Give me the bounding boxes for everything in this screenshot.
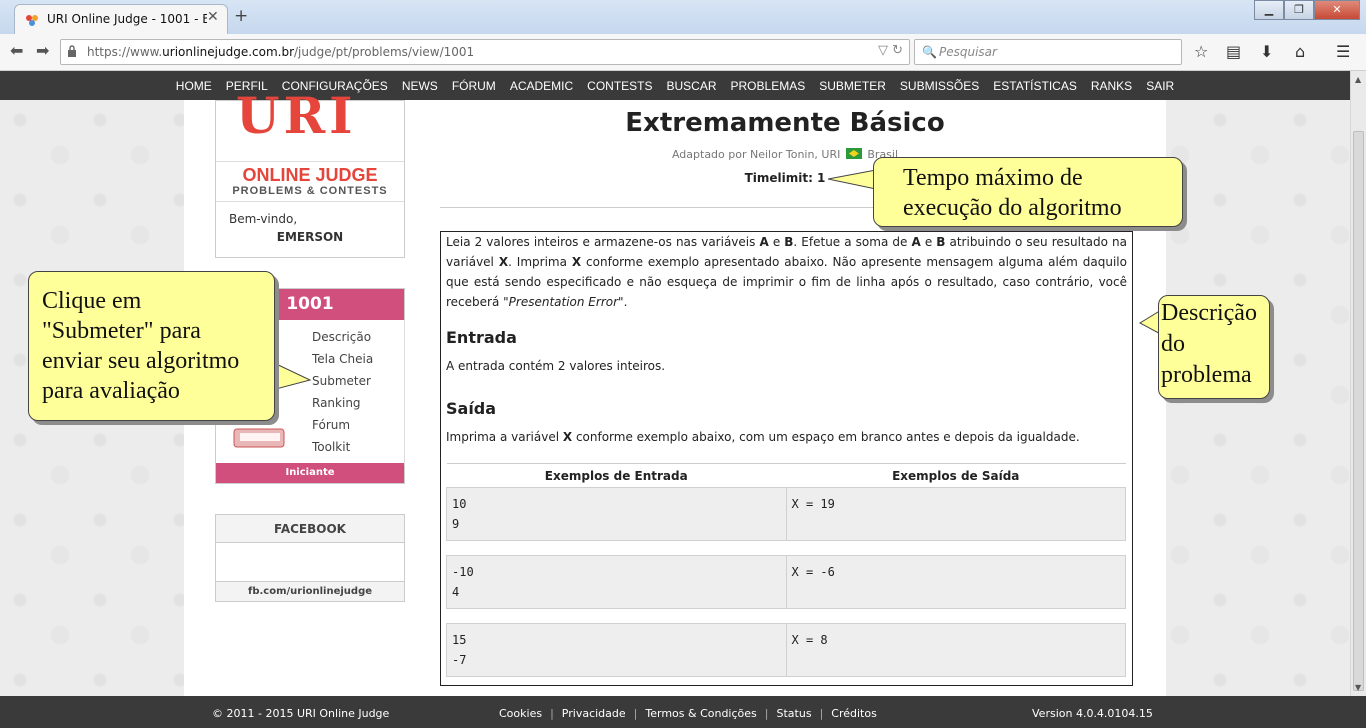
examples-output-header: Exemplos de Saída <box>786 463 1126 488</box>
problem-menu-item[interactable]: Submeter <box>312 373 373 395</box>
problem-menu-item[interactable]: Fórum <box>312 417 373 439</box>
bookmark-star-icon[interactable]: ☆ <box>1194 42 1208 61</box>
search-box[interactable]: 🔍 Pesquisar <box>914 39 1182 65</box>
callout-submit: Clique em "Submeter" para enviar seu alg… <box>28 271 275 421</box>
search-placeholder: Pesquisar <box>939 45 997 59</box>
example-row: 15 -7 X = 8 <box>446 623 1126 677</box>
scrollbar-thumb[interactable] <box>1353 131 1364 691</box>
example-output: X = -6 <box>785 555 1126 609</box>
logo-title: ONLINE JUDGE <box>242 165 378 185</box>
footer-link[interactable]: Privacidade <box>562 707 626 720</box>
window-controls: ▁ ❐ ✕ <box>1254 0 1360 20</box>
problem-menu: Descrição Tela Cheia Submeter Ranking Fórum T… <box>312 329 373 461</box>
nav-item-ranks[interactable]: RANKS <box>1084 71 1139 101</box>
nav-item-contests[interactable]: CONTESTS <box>580 71 659 101</box>
back-icon[interactable]: ⬅ <box>10 41 23 60</box>
footer-link[interactable]: Status <box>777 707 812 720</box>
logo-box: URI ONLINE JUDGE PROBLEMS & CONTESTS Bem… <box>215 91 405 258</box>
example-input: 15 -7 <box>446 623 787 677</box>
browser-toolbar: ⬅ ➡ https://www.urionlinejudge.com.br/ju… <box>0 34 1366 71</box>
minimize-button[interactable]: ▁ <box>1254 0 1284 20</box>
footer-copyright: © 2011 - 2015 URI Online Judge <box>212 707 390 720</box>
logo-subtitle: PROBLEMS & CONTESTS <box>232 185 388 197</box>
examples-input-header: Exemplos de Entrada <box>446 463 786 488</box>
browser-titlebar: URI Online Judge - 1001 - E... ✕ + ▁ ❐ ✕ <box>0 0 1366 34</box>
footer: © 2011 - 2015 URI Online Judge Cookies | P… <box>0 696 1366 728</box>
nav-item-submissões[interactable]: SUBMISSÕES <box>893 71 986 101</box>
browser-tab[interactable]: URI Online Judge - 1001 - E... ✕ <box>14 4 228 34</box>
brazil-flag-icon <box>845 148 862 159</box>
problem-menu-item[interactable]: Descrição <box>312 329 373 351</box>
problem-menu-item[interactable]: Tela Cheia <box>312 351 373 373</box>
scroll-up-icon[interactable]: ▲ <box>1355 75 1361 84</box>
reading-list-icon[interactable]: ▤ <box>1226 42 1241 61</box>
nav-item-sair[interactable]: SAIR <box>1139 71 1181 101</box>
lock-icon <box>68 45 76 57</box>
username[interactable]: EMERSON <box>216 230 404 244</box>
example-output: X = 8 <box>785 623 1126 677</box>
problem-menu-item[interactable]: Ranking <box>312 395 373 417</box>
callout-submit-text: Clique em "Submeter" para enviar seu alg… <box>42 288 240 404</box>
output-heading: Saída <box>446 399 497 418</box>
problem-description: Leia 2 valores inteiros e armazene-os na… <box>440 231 1133 686</box>
nav-item-home[interactable]: HOME <box>169 71 219 101</box>
maximize-button[interactable]: ❐ <box>1284 0 1314 20</box>
download-icon[interactable]: ⬇ <box>1260 42 1273 61</box>
callout-tail-submit <box>271 361 312 391</box>
nav-item-problemas[interactable]: PROBLEMAS <box>724 71 813 101</box>
tab-title: URI Online Judge - 1001 - E... <box>47 12 207 26</box>
scrollbar[interactable]: ▲ ▼ <box>1350 71 1366 696</box>
forward-icon[interactable]: ➡ <box>36 41 49 60</box>
nav-item-news[interactable]: NEWS <box>395 71 445 101</box>
footer-links: Cookies | Privacidade | Termos & Condições | S… <box>499 707 877 720</box>
callout-description-text: Descrição do problema <box>1161 300 1257 388</box>
nav-item-academic[interactable]: ACADEMIC <box>503 71 580 101</box>
nav-item-estatísticas[interactable]: ESTATÍSTICAS <box>986 71 1084 101</box>
nav-item-submeter[interactable]: SUBMETER <box>812 71 893 101</box>
favicon-icon <box>26 15 38 26</box>
input-text: A entrada contém 2 valores inteiros. <box>446 359 666 373</box>
site-nav: HOME PERFIL CONFIGURAÇÕES NEWS FÓRUM ACADEMIC… <box>0 71 1350 100</box>
description-text: Leia 2 valores inteiros e armazene-os na… <box>446 235 1128 309</box>
examples-table: Exemplos de Entrada Exemplos de Saída 10… <box>446 463 1126 677</box>
search-icon: 🔍 <box>922 45 937 59</box>
facebook-box: FACEBOOK fb.com/urionlinejudge <box>215 514 405 602</box>
example-input: -10 4 <box>446 555 787 609</box>
callout-timelimit: Tempo máximo de execução do algoritmo <box>873 157 1183 227</box>
output-text: Imprima a variável X conforme exemplo ab… <box>446 430 1080 444</box>
nav-item-buscar[interactable]: BUSCAR <box>660 71 724 101</box>
callout-tail-timelimit <box>828 169 877 190</box>
example-row: -10 4X = -6 <box>446 555 1126 609</box>
new-tab-icon[interactable]: + <box>234 6 248 26</box>
input-heading: Entrada <box>446 328 517 347</box>
footer-link[interactable]: Créditos <box>831 707 877 720</box>
close-window-button[interactable]: ✕ <box>1314 0 1360 20</box>
reload-icon[interactable]: ▽ ↻ <box>878 43 903 58</box>
problem-menu-item[interactable]: Toolkit <box>312 439 373 461</box>
example-row: 10 9X = 19 <box>446 487 1126 541</box>
footer-link[interactable]: Termos & Condições <box>645 707 756 720</box>
home-icon[interactable]: ⌂ <box>1295 42 1305 61</box>
tab-close-icon[interactable]: ✕ <box>207 9 219 25</box>
example-input: 10 9 <box>446 487 787 541</box>
welcome-text: Bem-vindo, <box>229 212 298 226</box>
footer-version: Version 4.0.4.0104.15 <box>1032 707 1153 720</box>
footer-link[interactable]: Cookies <box>499 707 542 720</box>
callout-description: Descrição do problema <box>1158 295 1270 399</box>
nav-item-fórum[interactable]: FÓRUM <box>445 71 503 101</box>
address-bar[interactable]: https://www.urionlinejudge.com.br/judge/… <box>60 39 910 65</box>
logo-uri[interactable]: URI <box>236 91 357 141</box>
problem-title: Extremamente Básico <box>625 108 945 138</box>
callout-timelimit-text: Tempo máximo de execução do algoritmo <box>903 165 1122 221</box>
url-text: https://www.urionlinejudge.com.br/judge/… <box>87 45 475 59</box>
menu-icon[interactable]: ☰ <box>1336 42 1350 61</box>
example-output: X = 19 <box>785 487 1126 541</box>
problem-level: Iniciante <box>216 463 404 483</box>
facebook-link[interactable]: fb.com/urionlinejudge <box>216 581 404 601</box>
scroll-down-icon[interactable]: ▼ <box>1355 683 1361 692</box>
facebook-title: FACEBOOK <box>216 515 404 543</box>
